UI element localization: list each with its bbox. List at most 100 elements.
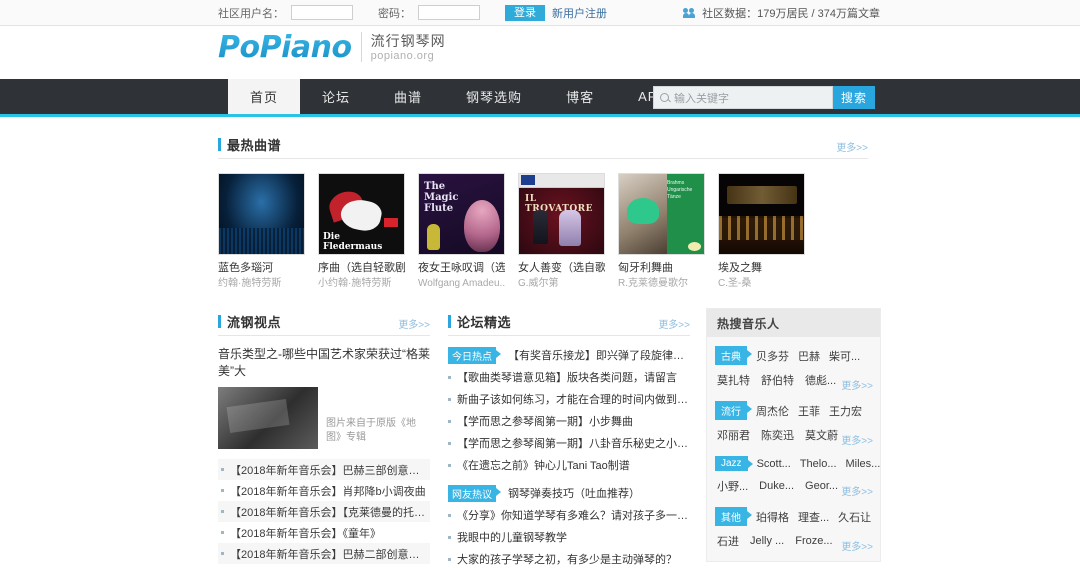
musician-name[interactable]: 德彪...: [805, 372, 836, 388]
musician-name[interactable]: 小野...: [717, 478, 748, 494]
viewpoint-more-link[interactable]: 更多>>: [398, 316, 430, 331]
musician-name[interactable]: 周杰伦: [756, 403, 789, 419]
album-card[interactable]: Brahms Ungarische Tänze 匈牙利舞曲 R.克莱德曼歌尔: [618, 173, 705, 290]
musician-name[interactable]: 贝多芬: [756, 348, 789, 364]
musician-name[interactable]: Geor...: [805, 480, 838, 492]
forum-item[interactable]: 大家的孩子学琴之初，有多少是主动弹琴的？: [448, 548, 690, 568]
musician-name[interactable]: 久石让: [838, 509, 871, 525]
forum-more-link[interactable]: 更多>>: [658, 316, 690, 331]
musician-group-more-link[interactable]: 更多>>: [841, 538, 873, 553]
musician-name[interactable]: 莫文蔚: [805, 427, 838, 443]
album-title: 序曲（选自轻歌剧...: [318, 262, 405, 274]
musician-group-tag[interactable]: 流行: [715, 401, 752, 420]
musicians-title: 热搜音乐人: [717, 316, 780, 331]
musician-name[interactable]: 邓丽君: [717, 427, 750, 443]
hot-scores-more-link[interactable]: 更多>>: [836, 139, 868, 154]
forum-item-text: 【有奖音乐接龙】即兴弹了段旋律，请大家接...: [508, 350, 690, 362]
album-cover-text: Brahms Ungarische Tänze: [667, 180, 693, 200]
album-card[interactable]: IL TROVATORE 女人善变（选自歌... G.威尔第: [518, 173, 605, 290]
list-item[interactable]: 【2018年新年音乐会】肖邦降b小调夜曲: [218, 480, 430, 501]
musician-name[interactable]: 柴可...: [829, 348, 860, 364]
album-cover-image[interactable]: Die Fledermaus: [318, 173, 405, 255]
musician-group-tag[interactable]: 古典: [715, 346, 752, 365]
password-input[interactable]: [418, 5, 480, 20]
album-cover-image[interactable]: [718, 173, 805, 255]
musicians-column: 热搜音乐人 古典 贝多芬 巴赫 柴可... 莫扎特 舒伯特 德彪... 更多>>…: [706, 308, 881, 568]
album-cover-image[interactable]: Brahms Ungarische Tänze: [618, 173, 705, 255]
musician-name[interactable]: Jelly ...: [750, 535, 784, 547]
forum-item[interactable]: 【学而思之参琴阁第一期】小步舞曲: [448, 410, 690, 432]
search-button[interactable]: 搜索: [833, 86, 875, 109]
list-item[interactable]: 【2018年新年音乐会】巴赫三部创意曲第三 Bach Sin...: [218, 459, 430, 480]
login-button[interactable]: 登录: [505, 4, 545, 21]
bullet-icon: [448, 513, 451, 517]
forum-item-text: 《在遗忘之前》钟心儿Tani Tao制谱: [457, 460, 630, 472]
forum-item-text: 钢琴弹奏技巧（吐血推荐）: [508, 488, 640, 500]
top-login-bar: 社区用户名： 密码： 登录 新用户注册 社区数据：179万居民 / 374万篇文…: [0, 0, 1080, 26]
musician-group-tag[interactable]: 其他: [715, 507, 752, 526]
album-title: 蓝色多瑙河: [218, 262, 273, 274]
musician-name[interactable]: Duke...: [759, 480, 794, 492]
feature-article-title[interactable]: 音乐类型之-哪些中国艺术家荣获过“格莱美”大: [218, 346, 430, 380]
forum-item[interactable]: 网友热议 钢琴弹奏技巧（吐血推荐）: [448, 482, 690, 504]
musician-group-more-link[interactable]: 更多>>: [841, 432, 873, 447]
musician-name[interactable]: 理查...: [798, 509, 829, 525]
musician-name[interactable]: 珀得格: [756, 509, 789, 525]
main-wrap: 最热曲谱 更多>> 蓝色多瑙河 约翰·施特劳斯 Die Fledermaus 序曲…: [218, 117, 881, 568]
musician-name[interactable]: 莫扎特: [717, 372, 750, 388]
album-cover-image[interactable]: [218, 173, 305, 255]
list-item[interactable]: 【2018年新年音乐会】《童年》: [218, 522, 430, 543]
forum-item[interactable]: 《分享》你知道学琴有多难么？请对孩子多一份耐心！: [448, 504, 690, 526]
musician-group-more-link[interactable]: 更多>>: [841, 483, 873, 498]
bullet-icon: [448, 557, 451, 561]
site-logo[interactable]: PoPiano 流行钢琴网 popiano.org: [218, 32, 446, 64]
forum-item[interactable]: 【学而思之参琴阁第一期】八卦音乐秘史之小步舞曲艳情史: [448, 432, 690, 454]
register-link[interactable]: 新用户注册: [552, 5, 607, 21]
album-cover-text: The Magic Flute: [424, 181, 459, 214]
forum-item-tag: 网友热议: [448, 484, 501, 502]
nav-item-forum[interactable]: 论坛: [300, 79, 372, 114]
forum-item[interactable]: 新曲子该如何练习，才能在合理的时间内做到演奏自如？: [448, 388, 690, 410]
musicians-panel: 热搜音乐人 古典 贝多芬 巴赫 柴可... 莫扎特 舒伯特 德彪... 更多>>…: [706, 308, 881, 562]
musician-group-more-link[interactable]: 更多>>: [841, 377, 873, 392]
forum-item-text: 大家的孩子学琴之初，有多少是主动弹琴的？: [457, 554, 677, 566]
musician-name[interactable]: 石进: [717, 533, 739, 549]
list-item[interactable]: 【2018年新年音乐会】巴赫二部创意曲No.13: [218, 543, 430, 564]
musician-name[interactable]: 陈奕迅: [761, 427, 794, 443]
musician-group-tag[interactable]: Jazz: [715, 456, 753, 471]
musician-name[interactable]: Thelo...: [800, 458, 837, 470]
forum-item[interactable]: 我眼中的儿童钢琴教学: [448, 526, 690, 548]
musician-name[interactable]: Froze...: [795, 535, 832, 547]
album-card[interactable]: 埃及之舞 C.圣-桑: [718, 173, 805, 290]
album-card[interactable]: 蓝色多瑙河 约翰·施特劳斯: [218, 173, 305, 290]
viewpoint-list: 【2018年新年音乐会】巴赫三部创意曲第三 Bach Sin... 【2018年…: [218, 459, 430, 568]
musician-name[interactable]: Scott...: [757, 458, 791, 470]
nav-item-scores[interactable]: 曲谱: [372, 79, 444, 114]
forum-item[interactable]: 《在遗忘之前》钟心儿Tani Tao制谱: [448, 454, 690, 476]
list-item[interactable]: 【2018年新年音乐会】【克莱德曼的托卡塔（混机）】: [218, 501, 430, 522]
nav-item-piano-shop[interactable]: 钢琴选购: [444, 79, 544, 114]
logo-domain: popiano.org: [370, 50, 435, 62]
forum-title: 论坛精选: [457, 315, 512, 330]
album-card[interactable]: TheMagicFlute 夜女王咏叹调（选... Wolfgang Amade…: [418, 173, 505, 290]
musician-name[interactable]: 舒伯特: [761, 372, 794, 388]
album-card[interactable]: DieFledermaus 序曲（选自轻歌剧... 小约翰·施特劳斯: [318, 173, 405, 290]
username-input[interactable]: [291, 5, 353, 20]
logo-band: PoPiano 流行钢琴网 popiano.org: [0, 26, 1080, 79]
search-input[interactable]: 输入关键字: [653, 86, 833, 109]
musician-name[interactable]: 王力宏: [829, 403, 862, 419]
feature-thumbnail[interactable]: [218, 387, 318, 449]
album-title: 女人善变（选自歌...: [518, 262, 605, 274]
musician-name[interactable]: 巴赫: [798, 348, 820, 364]
viewpoint-header: 流钢视点 更多>>: [218, 308, 430, 336]
musicians-panel-header: 热搜音乐人: [707, 309, 880, 337]
forum-item[interactable]: 【歌曲类琴谱意见箱】版块各类问题，请留言: [448, 366, 690, 388]
musician-name[interactable]: 王菲: [798, 403, 820, 419]
musician-name[interactable]: Miles...: [846, 458, 881, 470]
list-item[interactable]: 【2018年新年音乐会】coco曲子: [218, 564, 430, 568]
nav-item-home[interactable]: 首页: [228, 79, 301, 114]
album-cover-image[interactable]: The Magic Flute: [418, 173, 505, 255]
forum-item[interactable]: 今日热点【有奖音乐接龙】即兴弹了段旋律，请大家接...: [448, 344, 690, 366]
album-cover-image[interactable]: IL TROVATORE: [518, 173, 605, 255]
nav-item-blog[interactable]: 博客: [544, 79, 616, 114]
